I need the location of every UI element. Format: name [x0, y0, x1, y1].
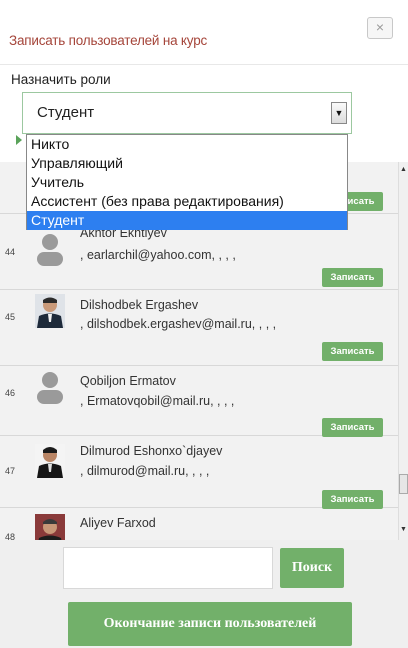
- modal-title: Записать пользователей на курс: [9, 33, 208, 48]
- search-button[interactable]: Поиск: [280, 548, 344, 588]
- user-photo: [35, 514, 65, 540]
- user-photo: [35, 444, 65, 478]
- list-item: 47 Dilmurod Eshonxo`djayev , dilmurod@ma…: [0, 436, 398, 509]
- user-name: Dilmurod Eshonxo`djayev: [80, 444, 223, 458]
- list-item: 45 Dilshodbek Ergashev , dilshodbek.erga…: [0, 290, 398, 366]
- enroll-button[interactable]: Записать: [322, 418, 383, 437]
- header-divider: [0, 64, 408, 65]
- user-email: , dilshodbek.ergashev@mail.ru, , , ,: [80, 317, 277, 331]
- user-index: 47: [5, 466, 16, 476]
- user-photo: [35, 294, 65, 328]
- list-item: 48 Aliyev Farxod: [0, 508, 398, 540]
- role-option-assistant[interactable]: Ассистент (без права редактирования): [27, 192, 347, 211]
- role-select-value: Студент: [37, 104, 95, 121]
- scroll-thumb[interactable]: [399, 474, 408, 494]
- user-index: 46: [5, 388, 16, 398]
- scroll-up-icon[interactable]: ▲: [400, 166, 407, 173]
- chevron-down-icon[interactable]: ▼: [331, 102, 347, 124]
- user-email: , dilmurod@mail.ru, , , ,: [80, 464, 210, 478]
- role-option-teacher[interactable]: Учитель: [27, 173, 347, 192]
- search-input[interactable]: [63, 547, 273, 589]
- user-index: 45: [5, 312, 16, 322]
- role-option-student[interactable]: Студент: [27, 211, 347, 230]
- role-option-manager[interactable]: Управляющий: [27, 154, 347, 173]
- scroll-down-icon[interactable]: ▼: [400, 526, 407, 533]
- user-name: Dilshodbek Ergashev: [80, 298, 199, 312]
- user-email: , Ermatovqobil@mail.ru, , , ,: [80, 394, 235, 408]
- expand-caret-icon[interactable]: [16, 135, 22, 145]
- enroll-button[interactable]: Записать: [322, 342, 383, 361]
- enroll-button[interactable]: Записать: [322, 490, 383, 509]
- close-button[interactable]: ×: [367, 17, 393, 39]
- scrollbar[interactable]: ▲ ▼: [398, 162, 408, 540]
- role-select[interactable]: Студент ▼: [22, 92, 352, 134]
- default-avatar-icon: [37, 234, 63, 266]
- user-name: Qobiljon Ermatov: [80, 374, 176, 388]
- finish-enrollment-button[interactable]: Окончание записи пользователей: [68, 602, 352, 646]
- list-item: 46 Qobiljon Ermatov , Ermatovqobil@mail.…: [0, 366, 398, 437]
- user-index: 48: [5, 532, 16, 540]
- role-option-none[interactable]: Никто: [27, 135, 347, 154]
- enroll-button[interactable]: Записать: [322, 268, 383, 287]
- user-email: , earlarchil@yahoo.com, , , ,: [80, 248, 236, 262]
- default-avatar-icon: [37, 372, 63, 404]
- role-dropdown-list[interactable]: Никто Управляющий Учитель Ассистент (без…: [26, 134, 348, 230]
- user-name: Aliyev Farxod: [80, 516, 156, 530]
- assign-roles-label: Назначить роли: [11, 72, 111, 87]
- user-index: 44: [5, 247, 16, 257]
